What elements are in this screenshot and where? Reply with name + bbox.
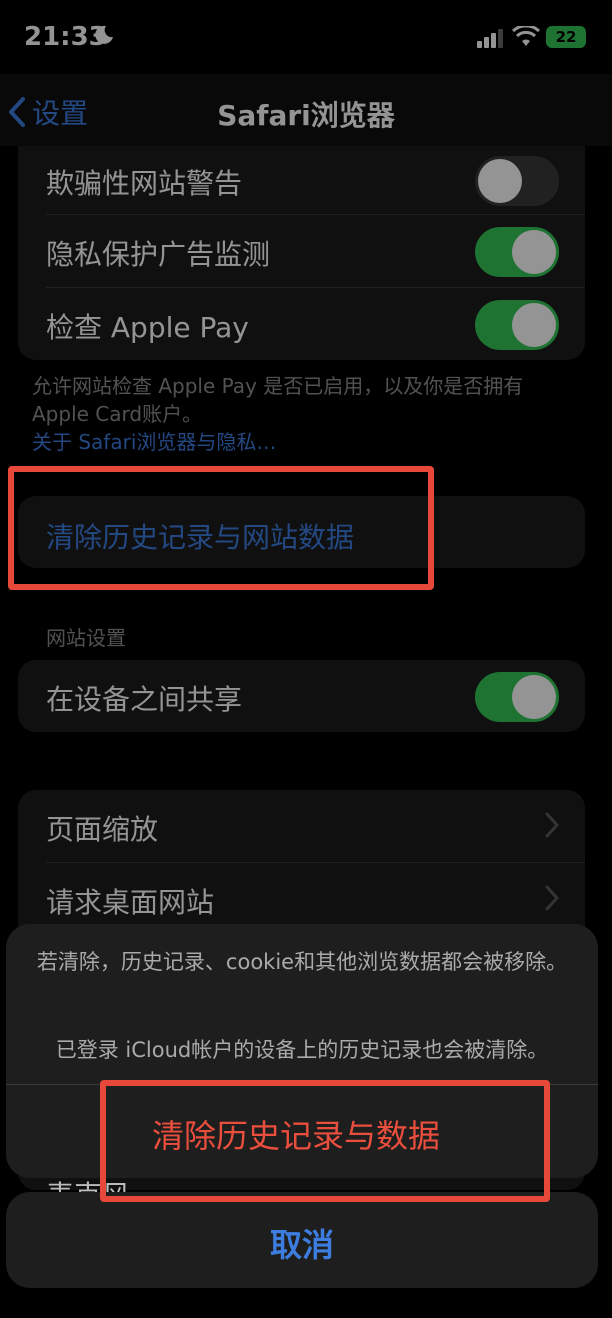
toggle-knob [512, 230, 556, 274]
share-across-devices-toggle[interactable] [475, 672, 559, 722]
row-label: 欺骗性网站警告 [46, 167, 243, 200]
row-label: 检查 Apple Pay [46, 311, 249, 344]
toggle-knob [512, 675, 556, 719]
row-fraudulent-website-warning[interactable]: 欺骗性网站警告 [18, 146, 585, 216]
row-label: 在设备之间共享 [46, 683, 243, 716]
status-bar: 21:33 22 [0, 0, 612, 74]
privacy-settings-group: 欺骗性网站警告 隐私保护广告监测 检查 Apple Pay [18, 146, 585, 360]
navigation-bar: 设置 Safari浏览器 [0, 74, 612, 146]
row-privacy-ad-measurement[interactable]: 隐私保护广告监测 [18, 215, 585, 287]
wifi-icon [512, 26, 540, 46]
cancel-button[interactable]: 取消 [6, 1192, 598, 1288]
page-title: Safari浏览器 [217, 99, 395, 132]
battery-level: 22 [555, 28, 577, 46]
toggle-knob [478, 159, 522, 203]
highlight-box-confirm [100, 1080, 550, 1202]
safari-privacy-link[interactable]: 关于 Safari浏览器与隐私… [32, 426, 276, 455]
fraud-warning-toggle[interactable] [475, 156, 559, 206]
moon-icon [95, 25, 113, 44]
ad-measurement-toggle[interactable] [475, 227, 559, 277]
row-page-zoom[interactable]: 页面缩放 [18, 790, 585, 862]
chevron-right-icon [545, 885, 559, 911]
action-sheet-message: 若清除，历史记录、cookie和其他浏览数据都会被移除。 [36, 950, 568, 974]
row-label: 页面缩放 [46, 813, 159, 846]
row-share-across-devices[interactable]: 在设备之间共享 [18, 660, 585, 732]
highlight-box-clear-history [8, 466, 434, 590]
apple-pay-footnote: 允许网站检查 Apple Pay 是否已启用，以及你是否拥有 Apple Car… [32, 374, 524, 426]
battery-icon: 22 [546, 26, 586, 48]
toggle-knob [512, 303, 556, 347]
apple-pay-toggle[interactable] [475, 300, 559, 350]
section-header-website-settings: 网站设置 [46, 626, 126, 650]
chevron-right-icon [545, 812, 559, 838]
row-label: 隐私保护广告监测 [46, 238, 271, 271]
row-check-apple-pay[interactable]: 检查 Apple Pay [18, 288, 585, 360]
cellular-signal-icon [477, 29, 503, 48]
cancel-label: 取消 [269, 1226, 334, 1264]
website-settings-group: 在设备之间共享 [18, 660, 585, 732]
action-sheet-message-icloud: 已登录 iCloud帐户的设备上的历史记录也会被清除。 [55, 1038, 549, 1062]
row-label: 请求桌面网站 [46, 886, 215, 919]
